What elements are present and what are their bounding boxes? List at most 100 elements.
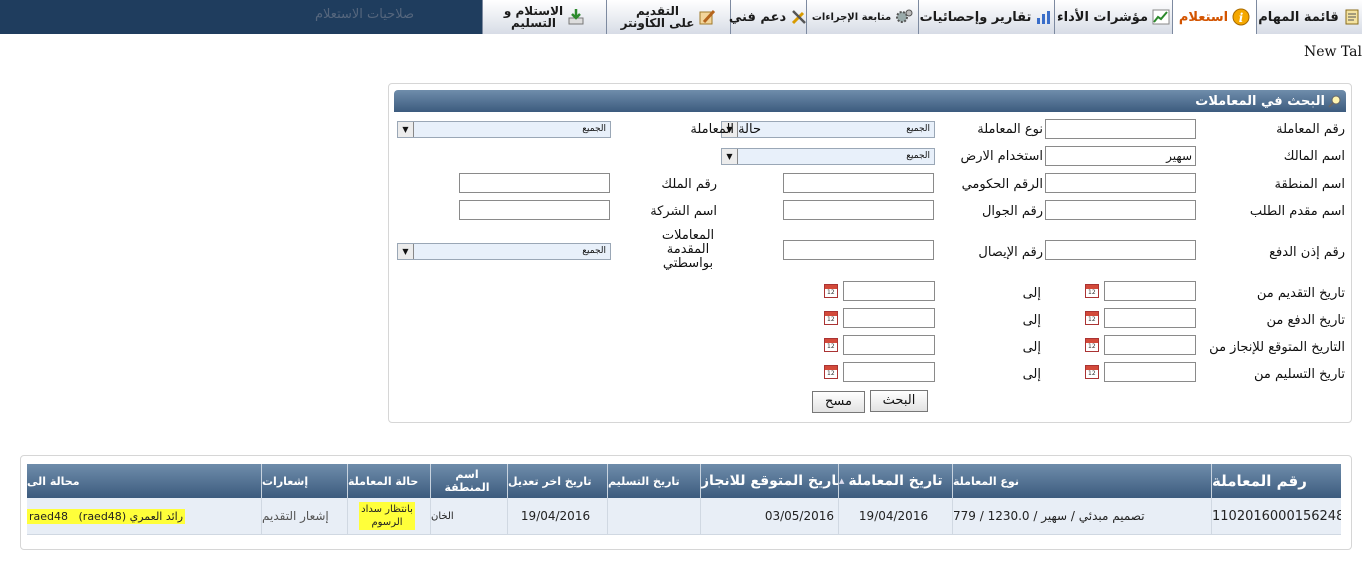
assigned-to-value: رائد العمري (raed48) raed48 [27,508,186,524]
delivery-date-from-label: تاريخ التسليم من [1254,367,1345,382]
cell-assigned-to: رائد العمري (raed48) raed48 [27,498,261,534]
gears-icon [896,9,913,23]
transaction-status-select[interactable]: ▼ الجميع [397,121,611,138]
tab-tech-support[interactable]: دعم فني [728,0,807,34]
search-panel-title: البحث في المعاملات [1195,93,1325,109]
results-panel: رقم المعاملة نوع المعاملة تاريخ المعاملة… [20,455,1352,550]
payment-order-no-input[interactable] [1045,240,1196,260]
pen-paper-icon [699,9,716,25]
calendar-icon[interactable] [1085,365,1099,379]
gov-no-input[interactable] [783,173,934,193]
receipt-no-label: رقم الإيصال [978,245,1043,260]
pay-date-from-label: تاريخ الدفع من [1266,313,1345,328]
col-transaction-date[interactable]: تاريخ المعاملة ▲ [838,464,952,498]
region-name-input[interactable] [1045,173,1196,193]
delivery-date-to-input[interactable] [843,362,935,382]
svg-text:i: i [1239,11,1244,25]
gov-no-label: الرقم الحكومي [961,177,1043,192]
calendar-icon[interactable] [1085,311,1099,325]
tab-label: تقارير وإحصائيات [919,9,1032,25]
pay-date-to-input[interactable] [843,308,935,328]
expected-date-from-input[interactable] [1104,335,1196,355]
tab-reports[interactable]: تقارير وإحصائيات [918,0,1054,34]
col-transaction-type[interactable]: نوع المعاملة [952,464,1211,498]
delivery-date-from-input[interactable] [1104,362,1196,382]
tab-receive-deliver[interactable]: الاستلام و التسليم [482,0,606,34]
clear-button[interactable]: مسح [812,391,865,413]
calendar-icon[interactable] [824,284,838,298]
sort-asc-icon: ▲ [839,477,845,485]
cell-notifications[interactable]: إشعار التقديم [261,498,347,534]
status-badge: بانتظار سداد الرسوم [359,502,415,530]
submit-date-to-input[interactable] [843,281,935,301]
mobile-no-input[interactable] [783,200,934,220]
submitted-by-me-select[interactable]: ▼ الجميع [397,243,611,260]
col-region[interactable]: اسم المنطقة [430,464,507,498]
tab-query[interactable]: i استعلام [1172,0,1256,34]
tab-label: قائمة المهام [1258,9,1339,25]
cell-transaction-date: 19/04/2016 [838,498,952,534]
tab-label: استعلام [1178,9,1229,25]
tab-label-line2: على الكاونتر [620,16,695,30]
tab-procedure-followup[interactable]: متابعة الإجراءات [806,0,918,34]
col-notifications[interactable]: إشعارات [261,464,347,498]
top-nav-bar: صلاحيات الاستعلام قائمة المهام i استعلام… [0,0,1362,34]
tab-task-list[interactable]: قائمة المهام [1256,0,1362,34]
search-panel-header: البحث في المعاملات [394,90,1346,112]
owner-name-input[interactable]: سهير [1045,146,1196,166]
transaction-no-value: 1102016000156248 [1212,508,1341,524]
table-row[interactable]: 1102016000156248 تصميم مبدئي / سهير / 12… [27,498,1341,535]
tab-counter-submission[interactable]: التقديم على الكاونتر [606,0,730,34]
receipt-no-input[interactable] [783,240,934,260]
to-label: إلى [1022,286,1041,301]
region-name-label: اسم المنطقة [1274,177,1345,192]
bar-chart-icon [1037,11,1051,24]
transaction-no-input[interactable] [1045,119,1196,139]
cell-transaction-status: بانتظار سداد الرسوم [347,498,430,534]
cell-delivery-date [607,498,700,534]
col-last-modified[interactable]: تاريخ اخر تعديل [507,464,607,498]
company-name-label: اسم الشركة [650,204,717,219]
new-tab-label: New Tal [1303,44,1362,60]
submit-date-from-input[interactable] [1104,281,1196,301]
col-label-line1: اسم [455,468,479,481]
land-use-select[interactable]: ▼ الجميع [721,148,935,165]
cell-transaction-type: تصميم مبدئي / سهير / 1230.0 / 779 [952,498,1211,534]
chevron-down-icon: ▼ [398,244,414,259]
transaction-no-label: رقم المعاملة [1276,122,1345,137]
chevron-down-icon: ▼ [722,149,738,164]
calendar-icon[interactable] [824,311,838,325]
calendar-icon[interactable] [824,365,838,379]
col-transaction-status[interactable]: حالة المعاملة [347,464,430,498]
calendar-icon[interactable] [1085,284,1099,298]
select-value: الجميع [906,124,930,134]
property-no-input[interactable] [459,173,610,193]
company-name-input[interactable] [459,200,610,220]
land-use-label: استخدام الارض [960,149,1043,164]
owner-name-label: اسم المالك [1283,149,1345,164]
cell-last-modified: 19/04/2016 [507,498,607,534]
col-assigned-to[interactable]: محالة الى [27,464,261,498]
to-label: إلى [1022,313,1041,328]
applicant-name-input[interactable] [1045,200,1196,220]
search-button[interactable]: البحث [870,390,928,412]
tab-kpis[interactable]: مؤشرات الأداء [1054,0,1172,34]
calendar-icon[interactable] [1085,338,1099,352]
tab-label: متابعة الإجراءات [811,11,892,23]
payment-order-no-label: رقم إذن الدفع [1269,245,1345,260]
pay-date-from-input[interactable] [1104,308,1196,328]
col-delivery-date[interactable]: تاريخ التسليم [607,464,700,498]
tab-query-permissions: صلاحيات الاستعلام [315,7,415,22]
status-line2: الرسوم [371,517,403,528]
to-label: إلى [1022,340,1041,355]
transaction-type-label: نوع المعاملة [977,122,1043,137]
col-expected-date[interactable]: التاريخ المتوقع للانجاز [700,464,838,498]
expected-date-to-input[interactable] [843,335,935,355]
tab-label: دعم فني [728,9,787,25]
applicant-name-label: اسم مقدم الطلب [1249,204,1345,219]
col-transaction-no[interactable]: رقم المعاملة [1211,464,1341,498]
status-line1: بانتظار سداد [361,504,413,515]
tab-label: مؤشرات الأداء [1056,9,1149,25]
calendar-icon[interactable] [824,338,838,352]
cell-region: الخان [430,498,507,534]
